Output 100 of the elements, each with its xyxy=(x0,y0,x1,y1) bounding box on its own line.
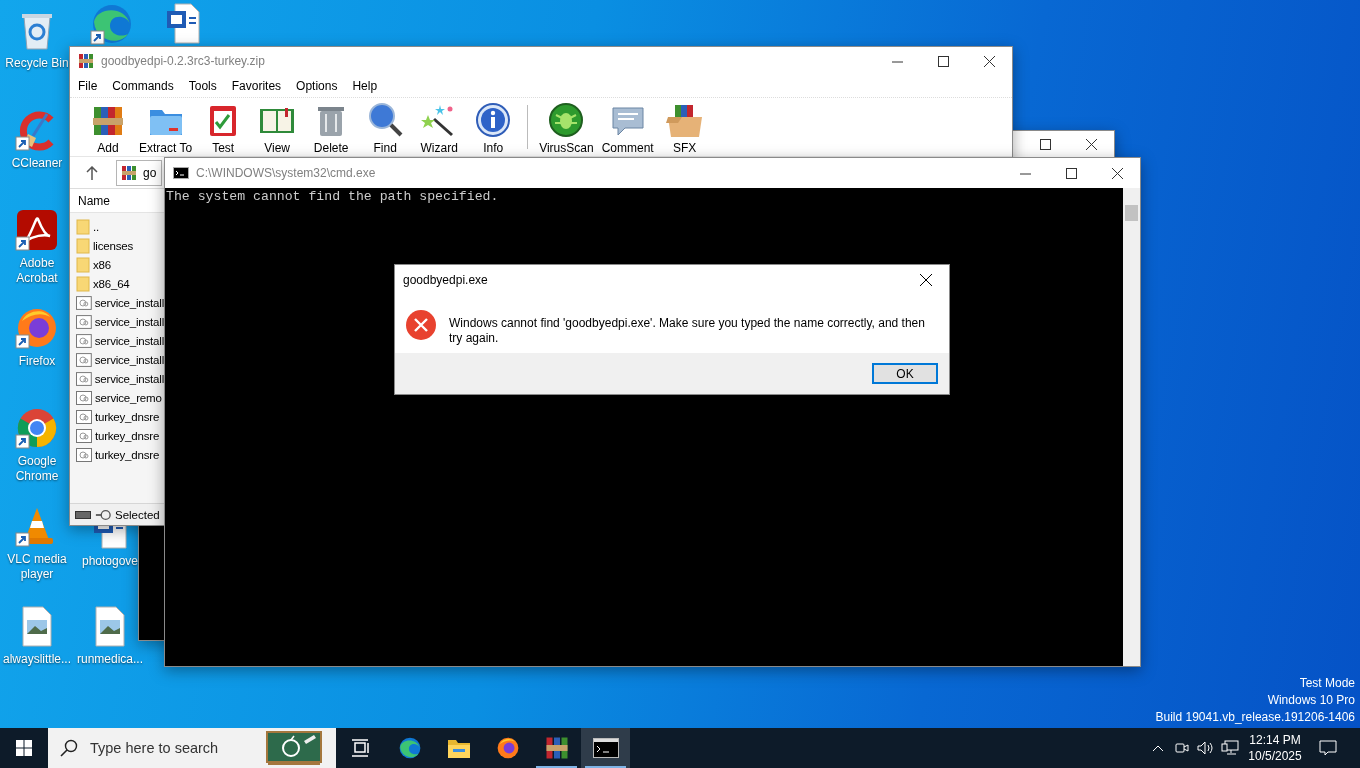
file-name[interactable]: x86 xyxy=(93,258,111,271)
file-name[interactable]: turkey_dnsre xyxy=(95,448,160,461)
file-icon xyxy=(76,352,92,367)
window-title: C:\WINDOWS\system32\cmd.exe xyxy=(196,166,376,180)
file-name[interactable]: licenses xyxy=(93,239,133,252)
key-icon xyxy=(95,508,111,521)
browser-icon xyxy=(397,736,422,760)
time-text: 12:14 PM xyxy=(1249,732,1301,748)
toolbar-button[interactable]: Info xyxy=(467,99,520,155)
menu-item[interactable]: File xyxy=(78,79,98,93)
error-icon xyxy=(405,309,437,341)
clock[interactable]: 12:14 PM 10/5/2025 xyxy=(1242,728,1308,768)
icon-label: CCleaner xyxy=(11,156,63,171)
error-message: Windows cannot find 'goodbyedpi.exe'. Make sure you typed the name correctly, and then try again. xyxy=(449,315,926,346)
menu-item[interactable]: Help xyxy=(352,79,378,93)
icon-label: Adobe Acrobat xyxy=(15,256,59,286)
search-bar[interactable]: Type here to search xyxy=(48,728,336,768)
network-icon[interactable] xyxy=(1221,740,1239,756)
icon-label: Recycle Bin xyxy=(5,56,69,71)
file-name[interactable]: turkey_dnsre xyxy=(95,429,160,442)
close-icon[interactable] xyxy=(983,55,995,67)
notification-icon[interactable] xyxy=(1319,740,1337,756)
menu-item[interactable]: Commands xyxy=(112,79,174,93)
icon-label: alwayslittle... xyxy=(3,652,71,667)
file-name[interactable]: service_remo xyxy=(95,391,162,404)
archive-icon xyxy=(544,736,569,760)
window-title: goodbyedpi-0.2.3rc3-turkey.zip xyxy=(101,54,265,68)
console-text: The system cannot find the path specified. xyxy=(166,189,500,205)
close-icon[interactable] xyxy=(920,274,932,286)
file-icon xyxy=(76,390,92,405)
file-icon xyxy=(76,371,92,386)
pdf-reader-icon[interactable] xyxy=(15,208,59,252)
browser-icon xyxy=(495,736,520,760)
icon-label: VLC media player xyxy=(6,552,68,582)
file-name[interactable]: service_install xyxy=(94,334,164,347)
menu-item[interactable]: Tools xyxy=(188,79,217,93)
camera-icon[interactable] xyxy=(1174,741,1190,755)
toolbar-button[interactable]: Wizard xyxy=(413,99,466,155)
file-icon xyxy=(76,295,92,310)
date-text: 10/5/2025 xyxy=(1248,748,1302,764)
folder-icon xyxy=(76,256,90,273)
toolbar-button[interactable]: Find xyxy=(359,99,412,155)
search-field[interactable]: Type here to search xyxy=(88,739,256,757)
drive-icon xyxy=(75,510,91,519)
terminal-icon xyxy=(173,167,189,179)
toolbar-button[interactable]: Comment xyxy=(598,99,657,155)
folder-icon xyxy=(76,275,90,292)
file-name[interactable]: service_install xyxy=(94,353,164,366)
icon-label: Firefox xyxy=(18,354,56,369)
close-icon[interactable] xyxy=(1085,139,1097,150)
browser-icon[interactable] xyxy=(15,406,59,450)
file-name[interactable]: service_install xyxy=(94,372,164,385)
file-name[interactable]: service_install xyxy=(94,315,164,328)
system-info-text: Build 19041.vb_release.191206-1406 xyxy=(1155,709,1355,726)
terminal-icon xyxy=(592,738,619,758)
virusscan-icon xyxy=(547,101,586,139)
browser-icon[interactable] xyxy=(15,306,59,350)
file-icon xyxy=(76,447,92,462)
browser-icon[interactable] xyxy=(90,2,134,46)
file-name[interactable]: x86_64 xyxy=(93,277,130,290)
search-icon xyxy=(60,739,78,757)
find-icon xyxy=(366,101,405,139)
volume-icon[interactable] xyxy=(1197,741,1215,755)
icon-label: runmedica... xyxy=(77,652,143,667)
file-name[interactable]: service_install xyxy=(94,296,164,309)
toolbar-button[interactable]: Test xyxy=(197,99,250,155)
toolbar-button[interactable]: SFX xyxy=(658,99,711,155)
address-field[interactable]: go xyxy=(116,159,162,186)
file-icon xyxy=(76,333,92,348)
folder-icon xyxy=(76,237,90,254)
toolbar-button[interactable]: Delete xyxy=(305,99,358,155)
toolbar-button[interactable]: VirusScan xyxy=(536,99,597,155)
file-icon xyxy=(76,409,92,424)
file-name[interactable]: .. xyxy=(93,220,99,233)
archive-icon xyxy=(78,53,94,69)
toolbar-button[interactable]: View xyxy=(251,99,304,155)
folder-icon xyxy=(446,737,471,759)
maximize-icon[interactable] xyxy=(1039,139,1051,150)
maximize-icon[interactable] xyxy=(937,55,949,67)
menu-item[interactable]: Favorites xyxy=(231,79,282,93)
up-arrow-icon[interactable] xyxy=(86,165,98,180)
toolbar-button[interactable]: Add xyxy=(82,99,134,155)
scrollbar[interactable] xyxy=(1123,188,1140,666)
file-name[interactable]: turkey_dnsre xyxy=(95,410,160,423)
icon-label: photogove xyxy=(81,554,139,569)
menu-item[interactable]: Options xyxy=(296,79,338,93)
close-icon[interactable] xyxy=(1111,167,1123,179)
task-view-icon xyxy=(350,739,371,757)
ok-button[interactable]: OK xyxy=(872,363,938,384)
caret-icon[interactable] xyxy=(1152,744,1164,752)
system-info-text: Test Mode xyxy=(1299,675,1355,692)
taskbar-app[interactable] xyxy=(581,728,630,768)
dialog-title: goodbyedpi.exe xyxy=(403,273,488,287)
icon-label: Google Chrome xyxy=(14,454,60,484)
maximize-icon[interactable] xyxy=(1065,167,1077,179)
archive-icon xyxy=(121,164,137,181)
file-icon xyxy=(76,428,92,443)
column-header[interactable]: Name xyxy=(70,189,164,213)
chalkboard-apple-icon xyxy=(266,731,322,765)
toolbar-button[interactable]: Extract To xyxy=(136,99,196,155)
